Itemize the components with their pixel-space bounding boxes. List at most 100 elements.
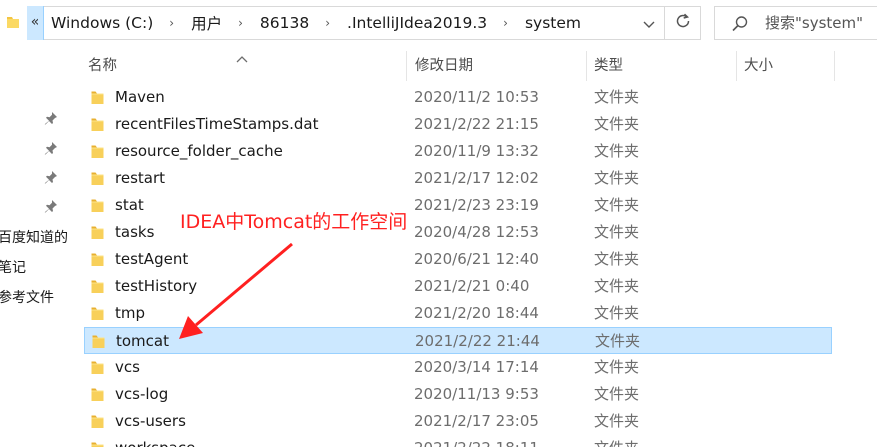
file-date: 2020/4/28 12:53 — [414, 223, 539, 241]
table-row[interactable]: tmp 2021/2/20 18:44 文件夹 — [84, 300, 832, 327]
file-type: 文件夹 — [594, 277, 640, 295]
column-divider[interactable] — [406, 51, 407, 81]
address-history-dropdown[interactable] — [633, 6, 665, 40]
table-row[interactable]: testHistory 2021/2/21 0:40 文件夹 — [84, 273, 832, 300]
file-type: 文件夹 — [594, 304, 640, 322]
column-divider[interactable] — [736, 51, 737, 81]
column-divider[interactable] — [586, 51, 587, 81]
folder-icon — [92, 334, 105, 353]
breadcrumb: Windows (C:) › 用户 › 86138 › .IntelliJIde… — [49, 6, 583, 40]
folder-icon — [91, 144, 104, 163]
annotation-label: IDEA中Tomcat的工作空间 — [180, 211, 408, 233]
folder-icon — [91, 414, 104, 433]
table-row[interactable]: vcs-users 2021/2/17 23:05 文件夹 — [84, 408, 832, 435]
table-row[interactable]: workspace 2021/2/22 18:11 文件夹 — [84, 435, 832, 447]
file-date: 2021/2/21 0:40 — [414, 277, 530, 295]
file-name: resource_folder_cache — [115, 142, 283, 160]
breadcrumb-separator[interactable]: › — [325, 16, 330, 30]
file-type: 文件夹 — [594, 115, 640, 133]
file-date: 2020/6/21 12:40 — [414, 250, 539, 268]
file-date: 2021/2/22 21:15 — [414, 115, 539, 133]
nav-item-notes[interactable]: 笔记 — [0, 257, 26, 277]
table-row[interactable]: vcs-log 2020/11/13 9:53 文件夹 — [84, 381, 832, 408]
folder-icon — [91, 306, 104, 325]
file-type: 文件夹 — [594, 250, 640, 268]
file-type: 文件夹 — [594, 196, 640, 214]
breadcrumb-separator[interactable]: › — [169, 16, 174, 30]
file-date: 2021/2/17 12:02 — [414, 169, 539, 187]
file-name: workspace — [115, 435, 195, 447]
folder-icon — [91, 117, 104, 136]
table-row-selected[interactable]: tomcat 2021/2/22 21:44 文件夹 — [84, 327, 832, 354]
refresh-button[interactable] — [665, 6, 701, 40]
folder-icon — [91, 360, 104, 379]
file-name: vcs — [115, 358, 140, 376]
search-input[interactable]: 搜索"system" — [714, 6, 877, 40]
table-row[interactable]: restart 2021/2/17 12:02 文件夹 — [84, 165, 832, 192]
breadcrumb-overflow-button[interactable]: « — [27, 6, 44, 40]
folder-icon — [91, 279, 104, 298]
file-type: 文件夹 — [594, 169, 640, 187]
pin-icon — [44, 110, 58, 129]
file-name: testAgent — [115, 250, 189, 268]
nav-item-baidu[interactable]: 百度知道的 — [0, 227, 68, 247]
file-date: 2020/11/2 10:53 — [414, 88, 539, 106]
search-icon — [731, 15, 749, 37]
file-date: 2021/2/23 23:19 — [414, 196, 539, 214]
file-date: 2020/11/13 9:53 — [414, 385, 539, 403]
pin-icon — [44, 169, 58, 188]
column-header-name[interactable]: 名称 — [88, 51, 117, 81]
refresh-icon — [674, 12, 692, 34]
column-header-size[interactable]: 大小 — [744, 51, 773, 81]
file-date: 2021/2/22 18:11 — [414, 435, 539, 447]
column-header-date[interactable]: 修改日期 — [415, 51, 473, 81]
file-name: vcs-log — [115, 385, 169, 403]
chevron-down-icon — [643, 14, 655, 33]
folder-icon — [91, 171, 104, 190]
breadcrumb-item-user[interactable]: 86138 — [258, 14, 311, 32]
folder-icon — [91, 225, 104, 244]
table-row[interactable]: resource_folder_cache 2020/11/9 13:32 文件夹 — [84, 138, 832, 165]
breadcrumb-item-idea[interactable]: .IntelliJIdea2019.3 — [345, 14, 489, 32]
pin-icon — [44, 198, 58, 217]
breadcrumb-item-users[interactable]: 用户 — [189, 12, 224, 34]
file-date: 2021/2/17 23:05 — [414, 412, 539, 430]
file-date: 2021/2/22 21:44 — [415, 332, 540, 350]
file-type: 文件夹 — [594, 358, 640, 376]
search-placeholder: 搜索"system" — [765, 14, 864, 32]
table-row[interactable]: recentFilesTimeStamps.dat 2021/2/22 21:15… — [84, 111, 832, 138]
file-name: recentFilesTimeStamps.dat — [115, 115, 319, 133]
file-type: 文件夹 — [594, 142, 640, 160]
file-type: 文件夹 — [595, 332, 641, 350]
file-date: 2020/3/14 17:14 — [414, 358, 539, 376]
file-name: tmp — [115, 304, 146, 322]
table-row[interactable]: vcs 2020/3/14 17:14 文件夹 — [84, 354, 832, 381]
breadcrumb-item-system[interactable]: system — [523, 14, 583, 32]
breadcrumb-separator[interactable]: › — [503, 16, 508, 30]
breadcrumb-separator[interactable]: › — [238, 16, 243, 30]
folder-icon — [91, 198, 104, 217]
file-name: testHistory — [115, 277, 198, 295]
file-type: 文件夹 — [594, 88, 640, 106]
file-name: stat — [115, 196, 144, 214]
column-divider[interactable] — [834, 51, 835, 81]
file-type: 文件夹 — [594, 385, 640, 403]
nav-item-references[interactable]: 参考文件 — [0, 287, 54, 307]
file-date: 2021/2/20 18:44 — [414, 304, 539, 322]
folder-icon — [91, 387, 104, 406]
folder-icon — [6, 14, 20, 34]
folder-icon — [91, 90, 104, 109]
file-type: 文件夹 — [594, 435, 639, 447]
table-row[interactable]: testAgent 2020/6/21 12:40 文件夹 — [84, 246, 832, 273]
file-name: Maven — [115, 88, 165, 106]
file-type: 文件夹 — [594, 412, 640, 430]
file-name: tomcat — [116, 332, 169, 350]
pin-icon — [44, 140, 58, 159]
sort-ascending-icon — [236, 48, 248, 67]
table-row[interactable]: Maven 2020/11/2 10:53 文件夹 — [84, 84, 832, 111]
navigation-pane: 百度知道的 笔记 参考文件 — [0, 44, 68, 447]
file-name: tasks — [115, 223, 155, 241]
address-bar-area: « Windows (C:) › 用户 › 86138 › .IntelliJI… — [0, 0, 877, 44]
breadcrumb-item-drive[interactable]: Windows (C:) — [49, 14, 155, 32]
column-header-type[interactable]: 类型 — [594, 51, 623, 81]
